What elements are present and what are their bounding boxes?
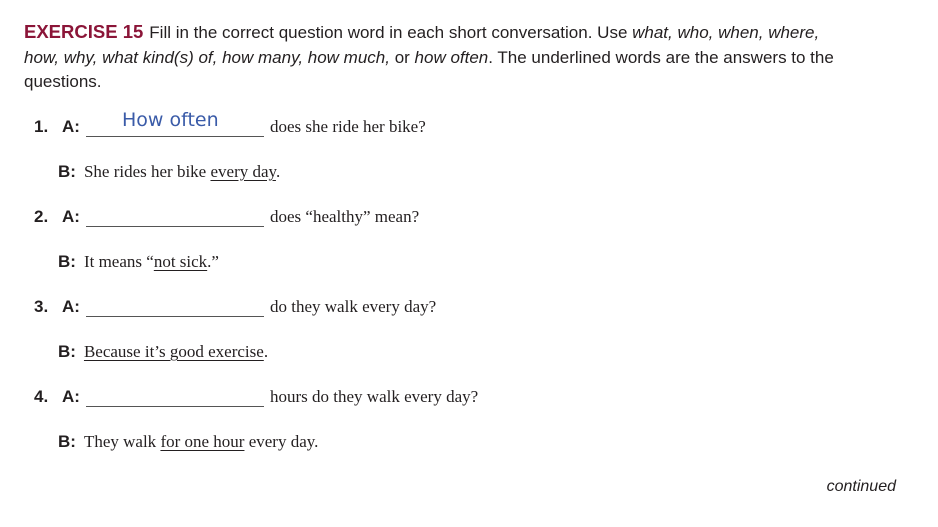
question-text: do they walk every day? <box>270 297 437 316</box>
continued-label: continued <box>826 478 896 495</box>
speaker-a-label: A: <box>62 207 80 226</box>
speaker-b-label: B: <box>58 342 76 361</box>
underlined-answer: Because it’s good exercise <box>83 342 264 361</box>
response-post: . <box>275 162 281 181</box>
response-post: .” <box>207 252 219 271</box>
item-number: 4. <box>34 387 49 406</box>
speaker-b-label: B: <box>58 252 76 271</box>
speaker-a-label: A: <box>62 387 80 406</box>
exercise-title: EXERCISE 15 <box>24 21 144 42</box>
question-text: hours do they walk every day? <box>270 387 479 406</box>
underlined-answer: for one hour <box>160 432 245 451</box>
item-number: 2. <box>34 207 49 226</box>
underlined-answer: not sick <box>153 252 208 271</box>
handwritten-answer: How often <box>122 109 219 131</box>
item-number: 1. <box>34 117 49 136</box>
instructions-or: or <box>389 47 415 67</box>
answer-blank[interactable] <box>86 289 264 317</box>
item-1-response: B: She rides her bike every day. <box>58 162 280 182</box>
speaker-a-label: A: <box>62 117 80 136</box>
response-pre: She rides her bike <box>83 162 211 181</box>
speaker-b-label: B: <box>58 162 76 181</box>
item-4-response: B: They walk for one hour every day. <box>58 432 318 452</box>
underlined-answer: every day <box>210 162 276 181</box>
exercise-instructions: EXERCISE 15 Fill in the correct question … <box>24 20 844 95</box>
answer-blank[interactable] <box>86 199 264 227</box>
question-text: does she ride her bike? <box>270 117 426 136</box>
item-number: 3. <box>34 297 49 316</box>
item-3-response: B: Because it’s good exercise. <box>58 342 268 362</box>
instructions-intro: Fill in the correct question word in eac… <box>149 23 633 42</box>
speaker-b-label: B: <box>58 432 76 451</box>
response-pre: It means “ <box>83 252 154 271</box>
question-text: does “healthy” mean? <box>270 207 420 226</box>
response-post: every day. <box>244 432 319 451</box>
response-post: . <box>263 342 269 361</box>
answer-blank[interactable] <box>86 379 264 407</box>
speaker-a-label: A: <box>62 297 80 316</box>
response-pre: They walk <box>83 432 161 451</box>
item-2-response: B: It means “not sick.” <box>58 252 219 272</box>
answer-blank[interactable]: How often <box>86 109 264 137</box>
question-word-last: how often <box>414 47 489 67</box>
